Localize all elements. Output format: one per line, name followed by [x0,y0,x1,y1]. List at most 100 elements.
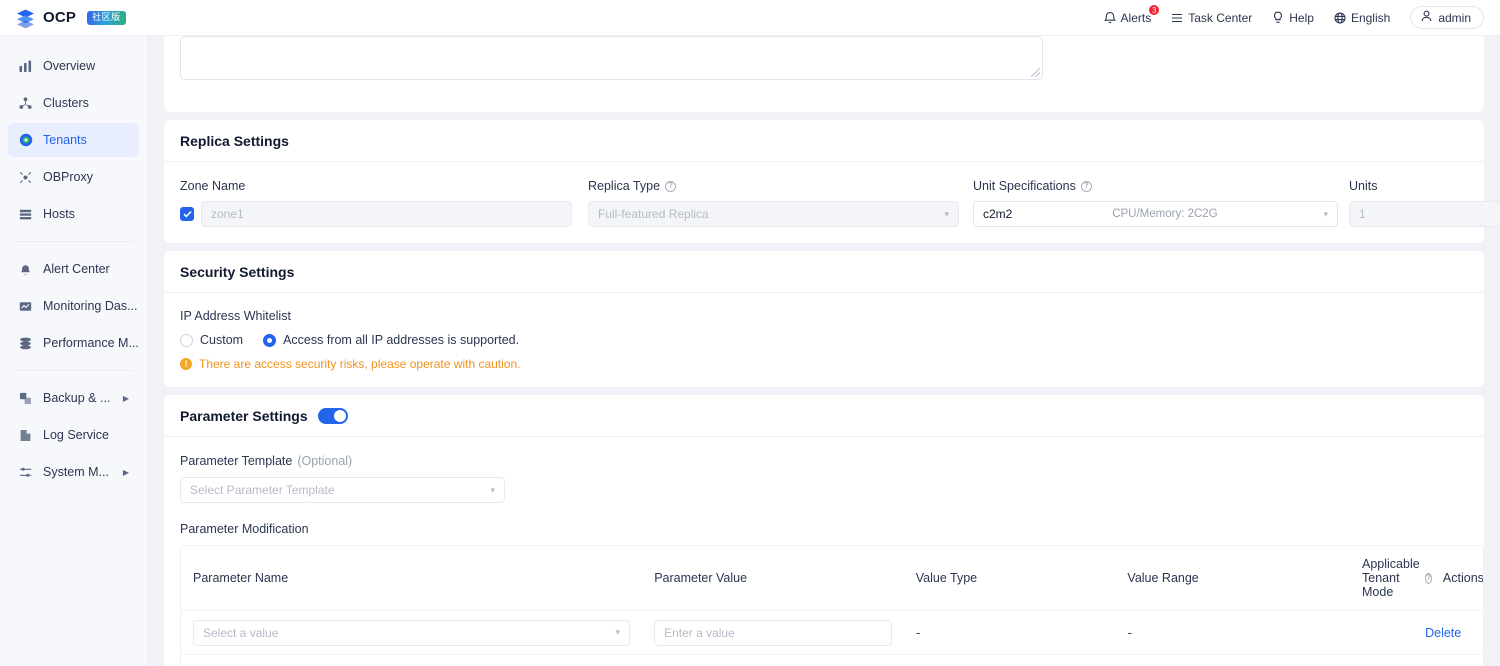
radio-all-ip-label: Access from all IP addresses is supporte… [283,333,520,347]
page-title-replica: Replica Settings [180,132,289,149]
parameter-settings-toggle[interactable] [317,407,348,424]
alerts-button[interactable]: Alerts 3 [1103,3,1161,25]
bell-icon [1103,11,1116,24]
radio-option-custom[interactable]: Custom [180,333,243,347]
column-header-tenant-mode: Applicable Tenant Mode [1350,546,1425,610]
monitor-icon [18,299,33,314]
security-warning: ! There are access security risks, pleas… [180,357,1468,371]
zone-checkbox[interactable] [180,207,194,221]
warning-icon: ! [180,358,192,370]
main-content: Replica Settings Zone Name zone1 Replica… [148,36,1500,666]
description-textarea[interactable] [180,36,1043,80]
units-value: 1 [1359,207,1366,221]
language-button[interactable]: English [1334,11,1390,25]
page-title-security: Security Settings [180,263,295,280]
edition-badge: 社区版 [87,10,126,25]
task-center-button[interactable]: Task Center [1171,11,1252,25]
column-header-actions: ? Actions [1425,546,1483,610]
unit-specifications-field: Unit Specifications ? c2m2 CPU/Memory: 2… [973,178,1338,227]
sidebar-item-clusters[interactable]: Clusters [8,86,139,120]
column-header-value-range: Value Range [1127,571,1199,585]
sidebar-item-label: Overview [43,59,96,73]
radio-custom-icon[interactable] [180,333,193,347]
alerts-count-badge: 3 [1148,3,1161,16]
sidebar-item-alert-center[interactable]: Alert Center [8,252,139,286]
replica-type-select[interactable]: Full-featured Replica ▾ [588,201,959,227]
sidebar-item-label: Tenants [43,133,87,147]
cell-parameter-name: Select a value ▾ [181,619,642,646]
parameter-settings-title-bar: Parameter Settings [164,395,1484,437]
unit-specifications-select[interactable]: c2m2 CPU/Memory: 2C2G ▾ [973,201,1338,227]
sidebar-item-label: Log Service [43,428,110,442]
zone-name-field: Zone Name zone1 [180,178,572,227]
unit-specifications-suffix: CPU/Memory: 2C2G [1112,208,1218,220]
replica-settings-title-bar: Replica Settings [164,120,1484,162]
radio-option-all-ip[interactable]: Access from all IP addresses is supporte… [263,333,519,347]
sidebar-item-label: Alert Center [43,262,110,276]
parameter-name-select[interactable]: Select a value ▾ [193,619,630,646]
parameter-settings-body: Parameter Template (Optional) Select Para… [164,437,1484,666]
radio-custom-label: Custom [200,333,244,347]
sidebar-item-log-service[interactable]: Log Service [8,418,139,452]
units-input[interactable]: 1 [1349,201,1500,227]
sidebar-item-label: Performance M... [43,336,139,350]
sidebar-item-backup[interactable]: Backup & ... ▶ [8,381,139,415]
replica-type-label-text: Replica Type [588,179,661,193]
cell-parameter-value: Enter a value [642,619,904,646]
chevron-down-icon: ▾ [490,484,495,495]
replica-type-field: Replica Type ? Full-featured Replica ▾ [588,178,959,227]
log-icon [18,428,33,443]
parameter-value-input[interactable]: Enter a value [654,619,893,646]
sidebar-item-monitoring-dashboard[interactable]: Monitoring Das... [8,289,139,323]
sidebar-item-label: Backup & ... [43,391,111,405]
chevron-right-icon: ▶ [122,393,129,403]
brand-logo[interactable]: OCP 社区版 [0,8,126,28]
delete-button[interactable]: Delete [1425,626,1461,640]
sidebar-divider-1 [14,241,133,242]
chevron-down-icon: ▾ [615,627,620,637]
sidebar-item-system-management[interactable]: System M... ▶ [8,455,139,489]
zone-name-value: zone1 [211,207,244,221]
replica-settings-body: Zone Name zone1 Replica Type ? Full-feat… [164,162,1500,243]
column-header-parameter-value: Parameter Value [654,571,748,585]
help-button[interactable]: Help [1272,11,1314,25]
alerts-label: Alerts [1120,10,1152,25]
sidebar-item-label: Monitoring Das... [43,299,138,313]
cell-actions: Delete [1425,626,1483,640]
help-tooltip-icon[interactable]: ? [1080,180,1092,192]
description-panel [164,36,1484,112]
user-name: admin [1438,10,1471,25]
sidebar-item-hosts[interactable]: Hosts [8,197,139,231]
cell-value-type: - [916,625,921,640]
help-tooltip-icon[interactable]: ? [1425,572,1432,584]
parameter-template-placeholder: Select Parameter Template [190,483,335,497]
settings-sliders-icon [18,465,33,480]
parameter-template-select[interactable]: Select Parameter Template ▾ [180,477,505,503]
user-menu-button[interactable]: admin [1410,6,1484,29]
column-header-value-type: Value Type [915,571,978,585]
replica-type-label: Replica Type ? [588,178,959,194]
resize-grip-icon[interactable] [1031,68,1040,77]
zone-name-input[interactable]: zone1 [201,201,572,227]
sidebar-item-tenants[interactable]: Tenants [8,123,139,157]
help-icon [1272,11,1284,24]
add-tenant-parameter-button[interactable]: + Add tenantParameter [181,655,1483,666]
sidebar: Overview Clusters Tenants OBProxy Hosts … [0,36,148,666]
sidebar-item-obproxy[interactable]: OBProxy [8,160,139,194]
radio-all-ip-icon[interactable] [263,333,277,347]
ocp-logo-icon [15,8,36,28]
parameter-modification-label: Parameter Modification [180,522,309,536]
avatar [1421,10,1432,25]
units-label: Units [1349,179,1378,193]
column-header-parameter-name: Parameter Name [193,571,289,585]
server-icon [18,207,33,222]
help-tooltip-icon[interactable]: ? [665,180,677,192]
topbar-actions: Alerts 3 Task Center Help English admin [1103,3,1500,29]
sidebar-item-overview[interactable]: Overview [8,49,139,83]
sidebar-item-label: OBProxy [43,170,94,184]
help-label: Help [1289,10,1314,25]
parameter-value-placeholder: Enter a value [664,625,735,640]
unit-specifications-value: c2m2 [983,207,1013,221]
globe-icon [1334,11,1346,24]
sidebar-item-performance-monitoring[interactable]: Performance M... [8,326,139,360]
